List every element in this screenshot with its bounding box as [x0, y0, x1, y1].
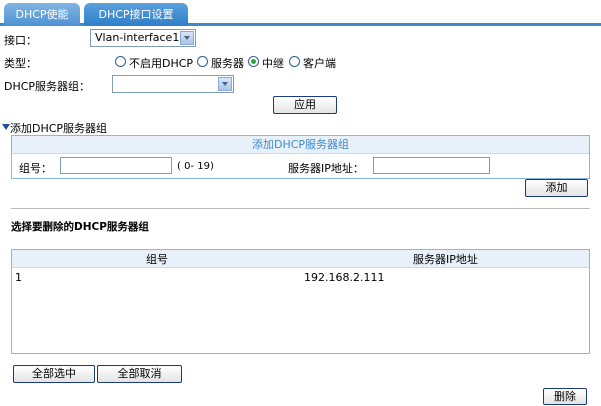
radio-server[interactable]: [197, 56, 208, 67]
deselect-all-button[interactable]: 全部取消: [97, 365, 182, 383]
chevron-down-icon: [218, 77, 232, 91]
server-group-label: DHCP服务器组：: [4, 80, 91, 93]
delete-section-title: 选择要删除的DHCP服务器组: [11, 221, 149, 233]
server-ip-label: 服务器IP地址：: [288, 162, 364, 175]
server-ip-input[interactable]: [373, 157, 490, 174]
group-number-input[interactable]: [60, 157, 172, 174]
tab-dhcp-interface-settings[interactable]: DHCP接口设置: [84, 3, 188, 26]
add-panel-title: 添加DHCP服务器组: [12, 136, 589, 154]
interface-select[interactable]: Vlan-interface1: [90, 29, 196, 47]
section-divider: [11, 208, 590, 209]
interface-label: 接口：: [4, 34, 37, 47]
select-all-button[interactable]: 全部选中: [13, 365, 95, 383]
column-header-group: 组号: [146, 253, 168, 266]
radio-client-label: 客户端: [303, 57, 336, 70]
server-group-table: 组号 服务器IP地址 1 192.168.2.111: [11, 249, 590, 354]
group-number-label: 组号：: [19, 162, 52, 175]
radio-server-label: 服务器: [211, 57, 244, 70]
delete-button[interactable]: 删除: [543, 388, 587, 405]
chevron-down-icon: [180, 31, 194, 45]
collapse-triangle-icon[interactable]: [2, 124, 10, 130]
radio-disable-dhcp-label: 不启用DHCP: [129, 57, 194, 70]
apply-button[interactable]: 应用: [273, 96, 337, 114]
tab-dhcp-enable[interactable]: DHCP使能: [4, 3, 80, 26]
column-header-server-ip: 服务器IP地址: [413, 253, 478, 266]
group-number-range: ( 0- 19): [177, 161, 214, 172]
radio-relay[interactable]: [248, 56, 259, 67]
radio-relay-label: 中继: [262, 57, 284, 70]
server-group-select[interactable]: [112, 75, 234, 93]
row-group-cell: 1: [15, 271, 22, 284]
row-server-ip-cell: 192.168.2.111: [304, 271, 385, 284]
add-server-group-toggle[interactable]: 添加DHCP服务器组: [10, 120, 107, 136]
interface-select-value: Vlan-interface1: [95, 31, 180, 44]
add-button[interactable]: 添加: [525, 179, 588, 197]
table-row[interactable]: 1 192.168.2.111: [12, 268, 589, 284]
radio-client[interactable]: [289, 56, 300, 67]
radio-disable-dhcp[interactable]: [115, 56, 126, 67]
type-label: 类型：: [4, 57, 37, 70]
